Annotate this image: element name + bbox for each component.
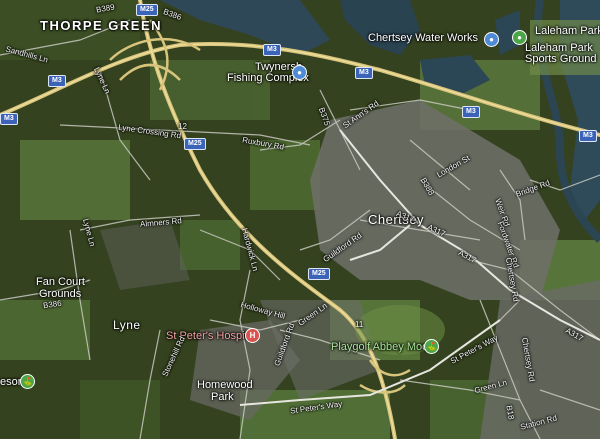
motorway-shield-m25: M25 [136,4,158,16]
hospital-pin-icon[interactable]: H [245,328,260,343]
fishing-poi-pin-icon[interactable]: ● [292,65,307,80]
golf-pin-icon[interactable]: ⛳ [20,374,35,389]
motorway-shield-m3: M3 [0,113,18,125]
motorway-shield-m3: M3 [48,75,66,87]
motorway-shield-m3: M3 [462,106,480,118]
motorway-shield-m3: M3 [579,130,597,142]
motorway-shield-m3: M3 [263,44,281,56]
water-works-poi-pin-icon[interactable]: ● [484,32,499,47]
motorway-shield-m25: M25 [308,268,330,280]
satellite-map[interactable]: THORPE GREEN Chertsey Lyne Twynersh Fish… [0,0,600,439]
motorway-shield-m25: M25 [184,138,206,150]
motorway-shield-m3: M3 [355,67,373,79]
golf-pin-icon[interactable]: ⛳ [424,339,439,354]
park-poi-pin-icon[interactable]: ● [512,30,527,45]
